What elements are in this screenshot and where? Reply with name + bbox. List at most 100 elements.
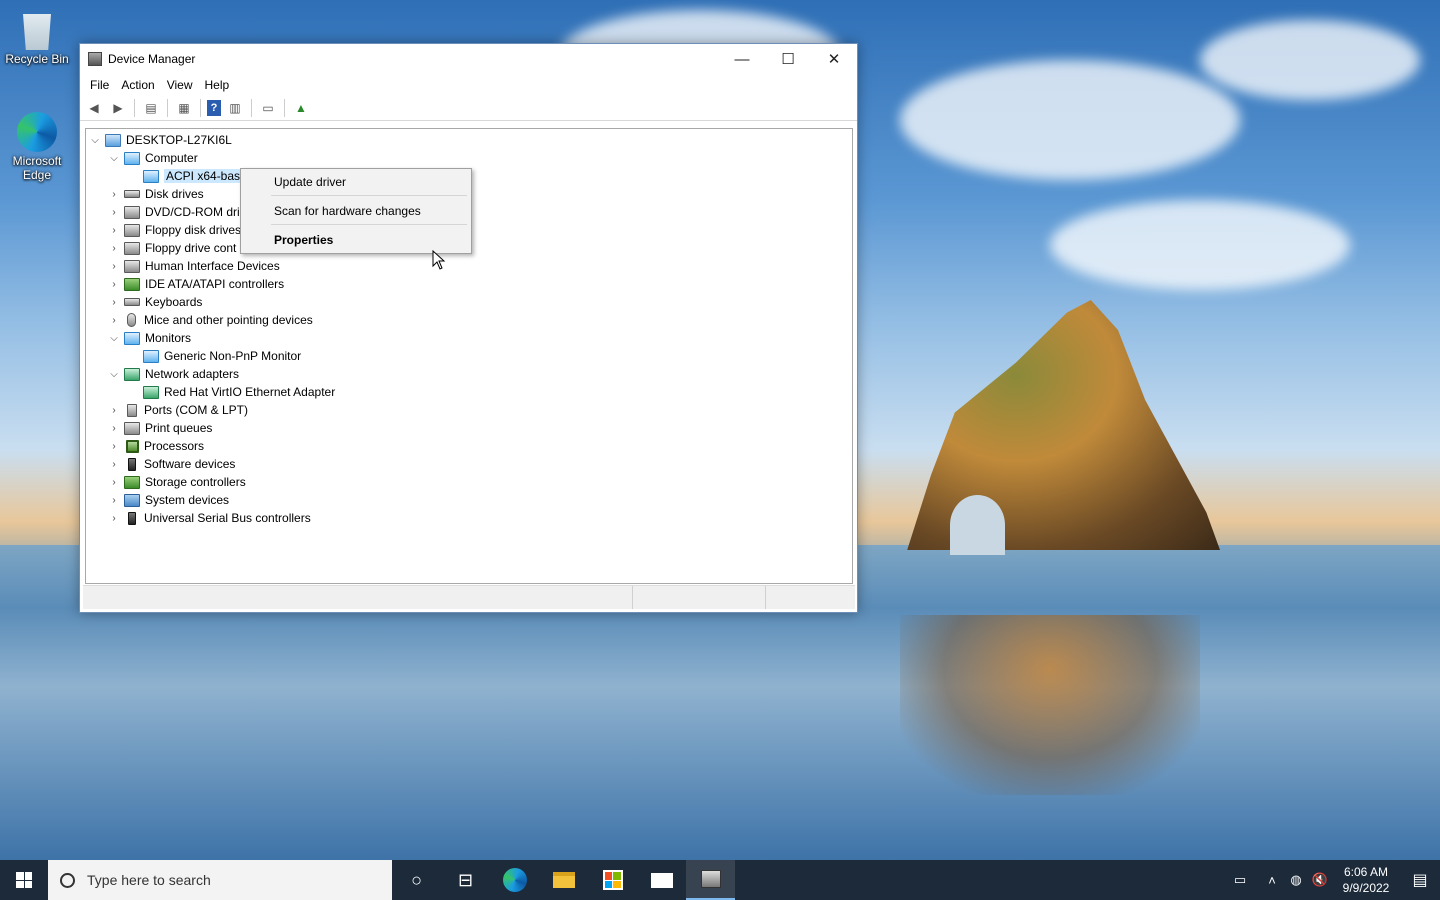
tree-item-mice[interactable]: › Mice and other pointing devices xyxy=(107,311,313,329)
chevron-down-icon[interactable]: ⌵ xyxy=(107,149,121,167)
tree-item-label: ACPI x64-base xyxy=(164,169,249,183)
tree-item-floppy-disk-drives[interactable]: › Floppy disk drives xyxy=(107,221,241,239)
tree-item-human-interface-devices[interactable]: › Human Interface Devices xyxy=(107,257,279,275)
taskbar-store[interactable] xyxy=(588,860,637,900)
show-hide-console-tree-icon[interactable]: ▤ xyxy=(141,98,161,118)
tree-root[interactable]: ⌵ DESKTOP-L27KI6L xyxy=(88,131,232,149)
tree-item-acpi[interactable]: ACPI x64-base xyxy=(126,167,249,185)
chevron-right-icon[interactable]: › xyxy=(107,185,121,203)
software-device-icon xyxy=(128,457,136,471)
chevron-right-icon[interactable]: › xyxy=(107,509,121,527)
chevron-down-icon[interactable]: ⌵ xyxy=(107,365,121,383)
port-icon xyxy=(127,403,137,417)
toolbar: ◀ ▶ ▤ ▦ ? ▥ ▭ ▲ xyxy=(80,96,857,121)
taskbar-mail[interactable] xyxy=(637,860,686,900)
desktop-icon-recycle-bin[interactable]: Recycle Bin xyxy=(2,10,72,66)
menu-help[interactable]: Help xyxy=(199,78,236,92)
action-pane-icon[interactable]: ▥ xyxy=(225,98,245,118)
chevron-right-icon[interactable]: › xyxy=(107,311,121,329)
tree-item-storage-controllers[interactable]: › Storage controllers xyxy=(107,473,246,491)
context-scan-hardware[interactable]: Scan for hardware changes xyxy=(274,204,421,218)
desktop-icon-microsoft-edge[interactable]: Microsoft Edge xyxy=(2,112,72,182)
tree-item-ports[interactable]: › Ports (COM & LPT) xyxy=(107,401,248,419)
tree-item-virtio-ethernet[interactable]: Red Hat VirtIO Ethernet Adapter xyxy=(126,383,335,401)
tree-item-monitors[interactable]: ⌵ Monitors xyxy=(107,329,191,347)
scan-hardware-icon[interactable]: ▭ xyxy=(258,98,278,118)
context-properties[interactable]: Properties xyxy=(274,233,333,247)
tree-item-dvd-cdrom[interactable]: › DVD/CD-ROM dri xyxy=(107,203,239,221)
taskbar-edge[interactable] xyxy=(490,860,539,900)
chevron-right-icon[interactable]: › xyxy=(107,419,121,437)
clock[interactable]: 6:06 AM 9/9/2022 xyxy=(1332,864,1400,896)
chevron-down-icon[interactable]: ⌵ xyxy=(88,131,102,149)
toolbar-separator xyxy=(200,99,201,117)
help-icon[interactable]: ? xyxy=(207,100,221,116)
chevron-right-icon[interactable]: › xyxy=(107,437,121,455)
cloud xyxy=(900,60,1240,180)
forward-arrow-icon[interactable]: ▶ xyxy=(108,98,128,118)
chevron-right-icon[interactable]: › xyxy=(107,473,121,491)
tree-item-label: Red Hat VirtIO Ethernet Adapter xyxy=(164,385,336,399)
tree-item-processors[interactable]: › Processors xyxy=(107,437,204,455)
menu-action[interactable]: Action xyxy=(115,78,160,92)
network-icon[interactable]: ◍ xyxy=(1284,872,1308,888)
maximize-button[interactable]: ☐ xyxy=(765,44,811,74)
search-icon xyxy=(60,872,75,888)
taskbar-device-manager[interactable] xyxy=(686,860,735,900)
update-driver-icon[interactable]: ▲ xyxy=(291,98,311,118)
cloud xyxy=(1200,20,1420,100)
tree-item-ide-ata-atapi[interactable]: › IDE ATA/ATAPI controllers xyxy=(107,275,284,293)
tree-item-print-queues[interactable]: › Print queues xyxy=(107,419,212,437)
tree-item-label: System devices xyxy=(145,493,230,507)
tree-item-generic-monitor[interactable]: Generic Non-PnP Monitor xyxy=(126,347,301,365)
context-update-driver[interactable]: Update driver xyxy=(274,175,346,189)
tree-item-disk-drives[interactable]: › Disk drives xyxy=(107,185,203,203)
cortana-button[interactable]: ○ xyxy=(392,860,441,900)
mouse-icon xyxy=(127,313,136,327)
tree-item-label: Processors xyxy=(144,439,205,453)
tree-item-label: Monitors xyxy=(145,331,192,345)
start-button[interactable] xyxy=(0,860,48,900)
chevron-right-icon[interactable]: › xyxy=(107,275,121,293)
tree-item-keyboards[interactable]: › Keyboards xyxy=(107,293,202,311)
taskbar-file-explorer[interactable] xyxy=(539,860,588,900)
properties-icon[interactable]: ▦ xyxy=(174,98,194,118)
volume-muted-icon[interactable]: 🔇 xyxy=(1308,872,1332,888)
chevron-right-icon[interactable]: › xyxy=(107,257,121,275)
news-icon[interactable]: ▭ xyxy=(1220,872,1260,888)
chevron-right-icon[interactable]: › xyxy=(107,239,121,257)
rock-reflection xyxy=(900,615,1200,795)
menu-bar: File Action View Help xyxy=(80,74,857,96)
back-arrow-icon[interactable]: ◀ xyxy=(84,98,104,118)
tree-item-label: Computer xyxy=(145,151,198,165)
hid-icon xyxy=(124,259,140,273)
chevron-up-icon[interactable]: ˄ xyxy=(1260,873,1284,888)
toolbar-separator xyxy=(167,99,168,117)
minimize-button[interactable]: — xyxy=(719,44,765,74)
tree-item-software-devices[interactable]: › Software devices xyxy=(107,455,235,473)
chevron-right-icon[interactable]: › xyxy=(107,293,121,311)
close-button[interactable]: ✕ xyxy=(811,44,857,74)
chevron-right-icon[interactable]: › xyxy=(107,401,121,419)
tree-item-usb-controllers[interactable]: › Universal Serial Bus controllers xyxy=(107,509,311,527)
chevron-right-icon[interactable]: › xyxy=(107,221,121,239)
notification-center-icon[interactable]: ▤ xyxy=(1400,870,1440,890)
chevron-down-icon[interactable]: ⌵ xyxy=(107,329,121,347)
taskbar-search-box[interactable]: Type here to search xyxy=(48,860,392,900)
chevron-right-icon[interactable]: › xyxy=(107,455,121,473)
title-bar[interactable]: Device Manager — ☐ ✕ xyxy=(80,44,857,74)
chevron-right-icon[interactable]: › xyxy=(107,203,121,221)
folder-icon xyxy=(552,872,575,888)
tree-item-floppy-drive-controllers[interactable]: › Floppy drive cont xyxy=(107,239,236,257)
tree-item-system-devices[interactable]: › System devices xyxy=(107,491,229,509)
menu-view[interactable]: View xyxy=(161,78,199,92)
tree-item-computer[interactable]: ⌵ Computer xyxy=(107,149,198,167)
clock-date: 9/9/2022 xyxy=(1342,881,1390,895)
task-view-button[interactable]: ⊟ xyxy=(441,860,490,900)
chevron-right-icon[interactable]: › xyxy=(107,491,121,509)
tree-item-network-adapters[interactable]: ⌵ Network adapters xyxy=(107,365,239,383)
menu-file[interactable]: File xyxy=(84,78,115,92)
floppy-controller-icon xyxy=(124,241,140,255)
tree-item-label: Storage controllers xyxy=(145,475,246,489)
tree-item-label: Universal Serial Bus controllers xyxy=(144,511,311,525)
